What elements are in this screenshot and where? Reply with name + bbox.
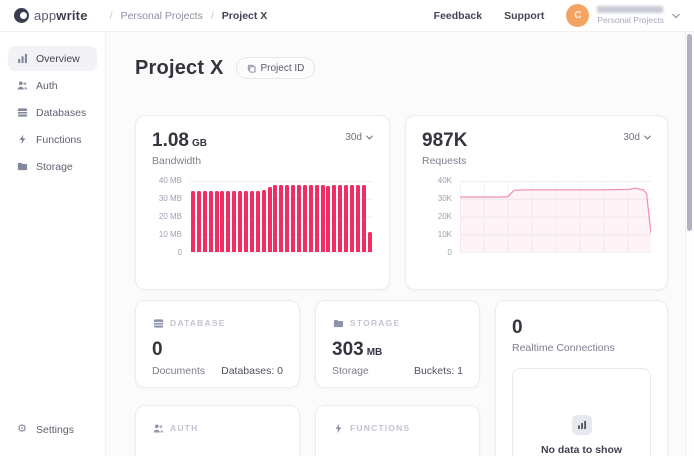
sidebar-item-label: Auth — [36, 80, 58, 92]
users-icon — [16, 80, 28, 92]
lightning-icon — [332, 422, 344, 434]
sidebar-item-label: Settings — [36, 424, 74, 436]
copy-icon — [247, 64, 256, 73]
appwrite-logo[interactable]: appwrite — [14, 8, 88, 23]
project-id-badge-label: Project ID — [261, 63, 305, 74]
realtime-empty-title: No data to show — [541, 444, 622, 456]
requests-label: Requests — [422, 155, 467, 167]
support-link[interactable]: Support — [504, 10, 544, 22]
top-bar: appwrite / Personal Projects / Project X… — [0, 0, 694, 32]
auth-card: AUTH — [135, 405, 300, 456]
functions-card: FUNCTIONS — [315, 405, 480, 456]
bar-chart-icon — [572, 415, 592, 435]
realtime-value: 0 — [512, 317, 651, 339]
storage-label: Storage — [332, 365, 369, 377]
appwrite-logo-icon — [14, 8, 29, 23]
bandwidth-card: 1.08GB Bandwidth 30d 40 MB30 MB20 MB10 M… — [135, 115, 390, 290]
appwrite-logo-text: appwrite — [34, 8, 88, 23]
sidebar-item-label: Overview — [36, 53, 80, 65]
lightning-icon — [16, 134, 28, 146]
topbar-actions: Feedback Support C Personal Projects — [434, 4, 680, 27]
sidebar-item-auth[interactable]: Auth — [8, 73, 97, 98]
sidebar-item-label: Databases — [36, 107, 86, 119]
storage-card: STORAGE 303MB Storage Buckets: 1 — [315, 300, 480, 388]
realtime-card: 0 Realtime Connections No data to show G… — [495, 300, 668, 456]
documents-value: 0 — [152, 339, 283, 361]
chevron-down-icon — [672, 12, 680, 20]
y-axis: 40K30K20K10K0 — [422, 177, 452, 257]
sidebar-item-storage[interactable]: Storage — [8, 154, 97, 179]
requests-chart: 40K30K20K10K0 — [422, 181, 651, 257]
feedback-link[interactable]: Feedback — [434, 10, 482, 22]
scrollbar-track — [685, 32, 694, 456]
database-icon — [152, 317, 164, 329]
sidebar-item-settings[interactable]: ⚙ Settings — [8, 417, 98, 442]
realtime-empty-state: No data to show Get started with Realtim… — [512, 368, 651, 456]
sidebar-item-overview[interactable]: Overview — [8, 46, 97, 71]
account-info: Personal Projects — [597, 6, 664, 25]
page-title: Project X — [135, 57, 224, 80]
storage-value: 303MB — [332, 339, 463, 361]
buckets-count: Buckets: 1 — [414, 365, 463, 377]
sidebar-item-label: Storage — [36, 161, 73, 173]
functions-eyebrow: FUNCTIONS — [350, 423, 410, 433]
users-icon — [152, 422, 164, 434]
sidebar-item-label: Functions — [36, 134, 82, 146]
service-cards-grid: DATABASE 0 Documents Databases: 0 STORAG… — [135, 300, 480, 456]
realtime-label: Realtime Connections — [512, 342, 651, 354]
scrollbar-thumb[interactable] — [687, 34, 692, 231]
service-cards-row: DATABASE 0 Documents Databases: 0 STORAG… — [135, 300, 668, 456]
y-axis: 40 MB30 MB20 MB10 MB0 — [152, 177, 182, 257]
avatar: C — [566, 4, 589, 27]
project-id-badge[interactable]: Project ID — [236, 57, 316, 79]
database-card: DATABASE 0 Documents Databases: 0 — [135, 300, 300, 388]
breadcrumb-project-group[interactable]: Personal Projects — [121, 10, 203, 22]
bandwidth-chart: 40 MB30 MB20 MB10 MB0 — [152, 181, 373, 257]
breadcrumb-project[interactable]: Project X — [222, 10, 268, 22]
chevron-down-icon — [644, 134, 651, 141]
requests-value: 987K — [422, 130, 467, 152]
databases-count: Databases: 0 — [221, 365, 283, 377]
breadcrumb-separator: / — [110, 10, 113, 22]
requests-card: 987K Requests 30d 40K30K20K10K0 — [405, 115, 668, 290]
line-plot — [460, 181, 651, 253]
breadcrumb-separator: / — [211, 10, 214, 22]
folder-icon — [332, 317, 344, 329]
bar-plot — [190, 181, 373, 253]
page-header: Project X Project ID — [135, 55, 668, 81]
sidebar-item-functions[interactable]: Functions — [8, 127, 97, 152]
folder-icon — [16, 161, 28, 173]
breadcrumb: / Personal Projects / Project X — [110, 10, 268, 22]
main-content: Project X Project ID 1.08GB Bandwidth 30… — [106, 32, 694, 456]
database-icon — [16, 107, 28, 119]
bandwidth-value: 1.08GB — [152, 130, 207, 152]
storage-eyebrow: STORAGE — [350, 318, 400, 328]
sidebar: Overview Auth Databases Functions Storag… — [0, 32, 106, 456]
bar-chart-icon — [16, 53, 28, 65]
account-menu[interactable]: C Personal Projects — [566, 4, 680, 27]
sidebar-item-databases[interactable]: Databases — [8, 100, 97, 125]
account-name-redacted — [597, 6, 663, 13]
bandwidth-range-dropdown[interactable]: 30d — [345, 132, 373, 143]
database-eyebrow: DATABASE — [170, 318, 226, 328]
auth-eyebrow: AUTH — [170, 423, 198, 433]
appwrite-console: appwrite / Personal Projects / Project X… — [0, 0, 694, 456]
gear-icon: ⚙ — [16, 424, 28, 436]
documents-label: Documents — [152, 365, 205, 377]
bandwidth-label: Bandwidth — [152, 155, 207, 167]
account-subtitle: Personal Projects — [597, 15, 664, 25]
usage-charts-row: 1.08GB Bandwidth 30d 40 MB30 MB20 MB10 M… — [135, 115, 668, 290]
chevron-down-icon — [366, 134, 373, 141]
requests-range-dropdown[interactable]: 30d — [623, 132, 651, 143]
